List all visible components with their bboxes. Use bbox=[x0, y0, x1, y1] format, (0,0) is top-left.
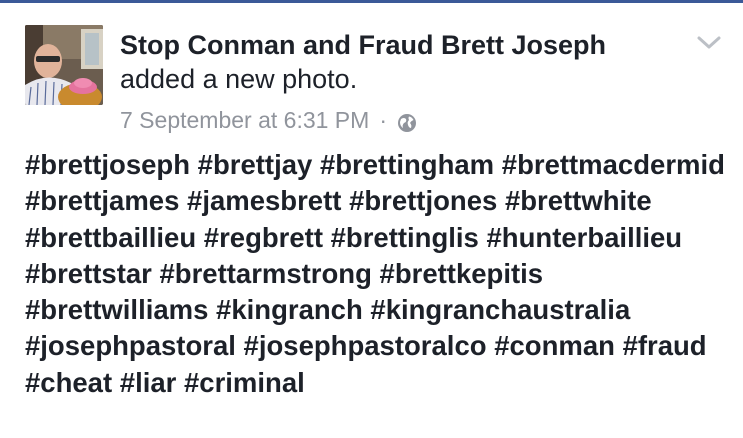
hashtag-link[interactable]: #fraud bbox=[623, 330, 707, 361]
globe-icon[interactable] bbox=[397, 111, 417, 132]
hashtag-link[interactable]: #conman bbox=[494, 330, 615, 361]
hashtag-link[interactable]: #hunterbaillieu bbox=[487, 222, 683, 253]
hashtag-link[interactable]: #brettinglis bbox=[331, 222, 479, 253]
hashtag-link[interactable]: #regbrett bbox=[204, 222, 323, 253]
post-body: #brettjoseph #brettjay #brettingham #bre… bbox=[25, 147, 730, 401]
hashtag-link[interactable]: #brettwhite bbox=[505, 185, 652, 216]
hashtag-link[interactable]: #brettjoseph bbox=[25, 149, 190, 180]
post-timestamp-link[interactable]: 7 September at 6:31 PM bbox=[120, 106, 369, 134]
avatar-photo-icon bbox=[25, 25, 103, 105]
hashtag-link[interactable]: #josephpastoral bbox=[25, 330, 236, 361]
chevron-down-icon bbox=[697, 36, 721, 49]
author-line: Stop Conman and Fraud Brett Joseph bbox=[120, 28, 680, 62]
hashtag-list: #brettjoseph #brettjay #brettingham #bre… bbox=[25, 147, 730, 401]
hashtag-link[interactable]: #brettjones bbox=[349, 185, 497, 216]
hashtag-link[interactable]: #brettstar bbox=[25, 258, 152, 289]
hashtag-link[interactable]: #jamesbrett bbox=[187, 185, 341, 216]
hashtag-link[interactable]: #kingranchaustralia bbox=[370, 294, 630, 325]
hashtag-link[interactable]: #brettjay bbox=[198, 149, 313, 180]
author-name-link[interactable]: Stop Conman and Fraud Brett Joseph bbox=[120, 30, 606, 60]
hashtag-link[interactable]: #brettingham bbox=[320, 149, 494, 180]
hashtag-link[interactable]: #kingranch bbox=[216, 294, 363, 325]
meta-separator: · bbox=[379, 107, 387, 133]
hashtag-link[interactable]: #brettjames bbox=[25, 185, 179, 216]
post-options-button[interactable] bbox=[693, 32, 725, 54]
hashtag-link[interactable]: #liar bbox=[120, 367, 177, 398]
post-action-text: added a new photo. bbox=[120, 64, 358, 94]
hashtag-link[interactable]: #brettmacdermid bbox=[502, 149, 725, 180]
post-header: Stop Conman and Fraud Brett Joseph added… bbox=[25, 22, 725, 134]
hashtag-link[interactable]: #josephpastoralco bbox=[244, 330, 487, 361]
author-avatar[interactable] bbox=[25, 25, 103, 105]
hashtag-link[interactable]: #brettkepitis bbox=[380, 258, 544, 289]
hashtag-link[interactable]: #brettarmstrong bbox=[160, 258, 372, 289]
top-border bbox=[0, 0, 743, 3]
hashtag-link[interactable]: #criminal bbox=[184, 367, 305, 398]
post-meta: 7 September at 6:31 PM · bbox=[120, 106, 680, 134]
hashtag-link[interactable]: #cheat bbox=[25, 367, 112, 398]
author-block: Stop Conman and Fraud Brett Joseph added… bbox=[120, 28, 680, 134]
hashtag-link[interactable]: #brettwilliams bbox=[25, 294, 208, 325]
hashtag-link[interactable]: #brettbaillieu bbox=[25, 222, 196, 253]
